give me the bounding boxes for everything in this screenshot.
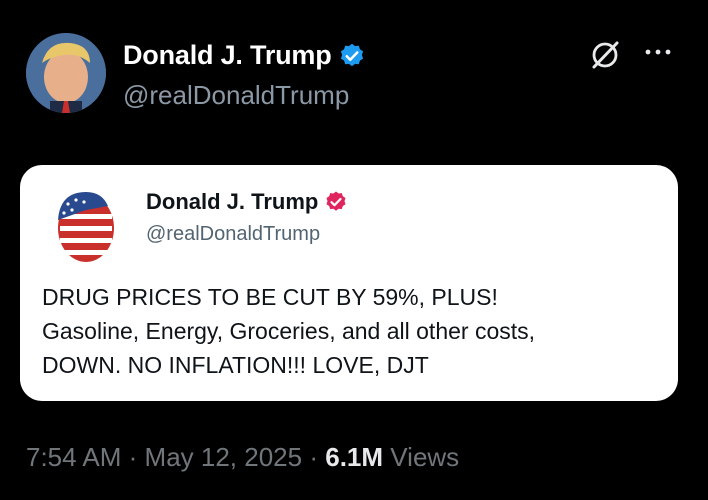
- quoted-avatar[interactable]: [42, 180, 130, 268]
- author-name[interactable]: Donald J. Trump: [123, 40, 332, 71]
- author-name-row: Donald J. Trump: [123, 40, 366, 71]
- post-date[interactable]: May 12, 2025: [145, 442, 303, 472]
- quoted-post-card[interactable]: Donald J. Trump @realDonaldTrump DRUG PR…: [20, 165, 678, 401]
- grok-icon[interactable]: [588, 38, 622, 72]
- verified-badge-icon: [326, 191, 346, 211]
- meta-separator: ·: [128, 442, 138, 472]
- quoted-author-handle[interactable]: @realDonaldTrump: [146, 223, 320, 246]
- post-meta: 7:54 AM · May 12, 2025 · 6.1M Views: [26, 442, 459, 473]
- quoted-post-text: DRUG PRICES TO BE CUT BY 59%, PLUS! Gaso…: [42, 280, 662, 382]
- post-time[interactable]: 7:54 AM: [26, 442, 121, 472]
- profile-avatar[interactable]: [26, 33, 106, 113]
- quoted-author-name[interactable]: Donald J. Trump: [146, 189, 318, 215]
- author-handle[interactable]: @realDonaldTrump: [123, 80, 349, 111]
- post-text-line: DOWN. NO INFLATION!!! LOVE, DJT: [42, 352, 429, 378]
- meta-separator: ·: [309, 442, 319, 472]
- flag-portrait-avatar-icon: [42, 180, 130, 268]
- more-options-icon[interactable]: [640, 40, 676, 64]
- views-label: Views: [390, 442, 460, 472]
- verified-badge-icon: [340, 43, 363, 66]
- views-count[interactable]: 6.1M: [325, 442, 383, 472]
- post-text-line: DRUG PRICES TO BE CUT BY 59%, PLUS!: [42, 284, 498, 310]
- quoted-name-row: Donald J. Trump: [146, 189, 348, 215]
- post-header: Donald J. Trump @realDonaldTrump: [0, 0, 708, 130]
- post-text-line: Gasoline, Energy, Groceries, and all oth…: [42, 318, 536, 344]
- portrait-avatar-icon: [26, 33, 106, 113]
